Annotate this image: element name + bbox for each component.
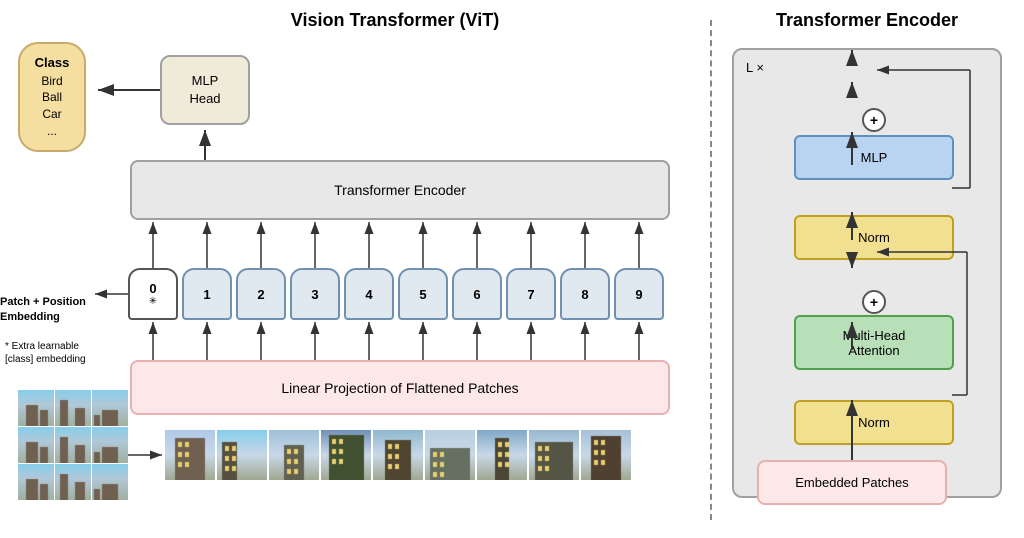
mlp-head-box: MLPHead [160, 55, 250, 125]
class-item-ball: Ball [42, 89, 62, 106]
token-0-num: 0 [149, 281, 156, 296]
patch-l-5 [373, 430, 423, 480]
token-4: 4 [344, 268, 394, 320]
patch-embed-label: Patch + PositionEmbedding [0, 295, 120, 326]
patch-grid-small [18, 390, 128, 500]
token-0: 0 ✳ [128, 268, 178, 320]
enc-attention-label: Multi-HeadAttention [843, 328, 906, 358]
token-7: 7 [506, 268, 556, 320]
patch-s-1 [18, 390, 54, 426]
plus-2-label: + [870, 294, 878, 310]
patch-l-1 [165, 430, 215, 480]
linear-proj-box: Linear Projection of Flattened Patches [130, 360, 670, 415]
patch-s-2 [55, 390, 91, 426]
patch-l-7 [477, 430, 527, 480]
linear-proj-label: Linear Projection of Flattened Patches [281, 380, 518, 396]
star-note: * Extra learnable[class] embedding [5, 340, 125, 366]
token-1: 1 [182, 268, 232, 320]
lx-label: L × [746, 60, 764, 75]
patch-s-3 [92, 390, 128, 426]
tokens-row: 0 ✳ 1 2 3 4 5 6 7 8 9 [128, 268, 664, 320]
plus-1-label: + [870, 112, 878, 128]
enc-norm1-block: Norm [794, 215, 954, 260]
transformer-encoder-box: Transformer Encoder [130, 160, 670, 220]
transformer-encoder-label: Transformer Encoder [334, 182, 466, 198]
patch-s-6 [92, 427, 128, 463]
patch-l-6 [425, 430, 475, 480]
enc-norm1-label: Norm [858, 230, 890, 245]
enc-norm2-block: Norm [794, 400, 954, 445]
mlp-head-label: MLPHead [189, 72, 220, 108]
vit-title: Vision Transformer (ViT) [90, 10, 700, 31]
patch-row-large [165, 430, 631, 480]
right-panel: Transformer Encoder L × MLP Norm Multi-H… [712, 0, 1022, 538]
token-8: 8 [560, 268, 610, 320]
plus-circle-1: + [862, 108, 886, 132]
token-5: 5 [398, 268, 448, 320]
enc-norm2-label: Norm [858, 415, 890, 430]
class-item-car: Car [42, 106, 61, 123]
encoder-outer-box: L × MLP Norm Multi-HeadAttention Norm + … [732, 48, 1002, 498]
embedded-patches-box: Embedded Patches [757, 460, 947, 505]
right-title: Transformer Encoder [722, 10, 1012, 31]
patch-l-9 [581, 430, 631, 480]
token-3: 3 [290, 268, 340, 320]
patch-l-3 [269, 430, 319, 480]
patch-l-8 [529, 430, 579, 480]
patch-s-4 [18, 427, 54, 463]
enc-mlp-label: MLP [861, 150, 888, 165]
patch-l-4 [321, 430, 371, 480]
class-label: Class [35, 54, 70, 72]
embedded-patches-label: Embedded Patches [795, 475, 908, 490]
enc-attention-block: Multi-HeadAttention [794, 315, 954, 370]
class-item-dots: ... [47, 123, 57, 140]
token-6: 6 [452, 268, 502, 320]
left-panel: Vision Transformer (ViT) Class Bird Ball… [0, 0, 710, 538]
token-0-star: ✳ [149, 296, 157, 307]
class-item-bird: Bird [41, 73, 62, 90]
patch-s-8 [55, 464, 91, 500]
enc-mlp-block: MLP [794, 135, 954, 180]
class-box: Class Bird Ball Car ... [18, 42, 86, 152]
plus-circle-2: + [862, 290, 886, 314]
patch-s-9 [92, 464, 128, 500]
token-9: 9 [614, 268, 664, 320]
patch-s-7 [18, 464, 54, 500]
patch-l-2 [217, 430, 267, 480]
patch-s-5 [55, 427, 91, 463]
token-2: 2 [236, 268, 286, 320]
